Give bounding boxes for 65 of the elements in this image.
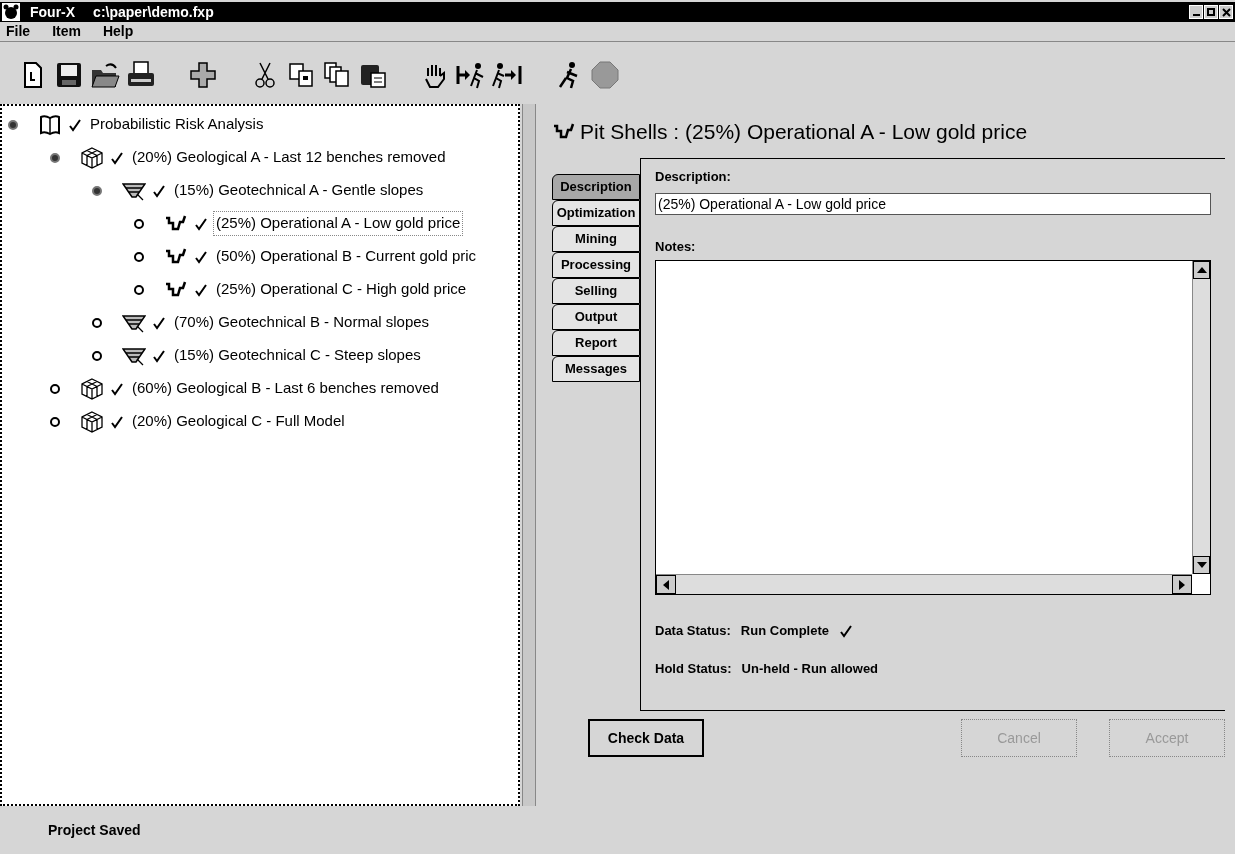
tab[interactable]: Messages [552,356,640,382]
menu-item[interactable]: Help [102,21,134,42]
scroll-down-icon[interactable] [1193,556,1210,574]
tree-item[interactable]: (20%) Geological A - Last 12 benches removed [130,146,448,169]
minimize-button[interactable] [1189,5,1203,19]
check-icon [194,216,208,231]
close-button[interactable] [1219,5,1233,19]
horizontal-scrollbar[interactable] [656,574,1192,594]
status-label: Hold Status: [655,659,732,678]
tab[interactable]: Report [552,330,640,356]
check-icon [152,183,166,198]
tree-item[interactable]: Probabilistic Risk Analysis [88,113,266,136]
check-icon [194,282,208,297]
check-icon [152,348,166,363]
tree-item[interactable]: (60%) Geological B - Last 6 benches removed [130,377,441,400]
arrow-runner-icon[interactable] [456,60,486,90]
tree-item[interactable]: (50%) Operational B - Current gold pric [214,245,479,268]
block-model-icon [80,146,104,169]
runner-arrow-icon[interactable] [492,60,522,90]
tab[interactable]: Selling [552,278,640,304]
tab[interactable]: Output [552,304,640,330]
status-value: Un-held - Run allowed [741,659,879,678]
scroll-left-icon[interactable] [656,575,676,594]
check-icon [110,381,124,396]
tree-item[interactable]: (15%) Geotechnical A - Gentle slopes [172,179,426,202]
check-icon [152,315,166,330]
folder-icon[interactable] [90,60,120,90]
dialog-button[interactable]: Check Data [588,719,704,757]
block-model-icon [80,377,104,400]
check-icon [194,249,208,264]
description-field[interactable]: (25%) Operational A - Low gold price [655,192,1211,215]
status-value: Run Complete [740,622,829,640]
copy-pages-icon[interactable] [322,60,352,90]
field-label: Notes: [655,237,697,256]
window-title: c:\paper\demo.fxp [93,2,214,22]
tab[interactable]: Optimization [552,200,640,226]
tree-item[interactable]: (25%) Operational A - Low gold price [214,212,463,235]
tab[interactable]: Processing [552,252,640,278]
scroll-up-icon[interactable] [1193,261,1210,279]
check-icon [110,414,124,429]
status-label: Data Status: [655,622,731,640]
notes-field[interactable] [655,260,1211,595]
save-icon[interactable] [54,60,84,90]
tree-item[interactable]: (15%) Geotechnical C - Steep slopes [172,344,423,367]
check-icon [110,150,124,165]
app-name: Four-X [30,2,76,22]
menu-item[interactable]: Item [52,21,81,42]
menu-item[interactable]: File [6,21,31,42]
stop-sign-icon[interactable] [590,60,620,90]
tree-item[interactable]: (70%) Geotechnical B - Normal slopes [172,311,432,334]
copy-icon[interactable] [286,60,316,90]
tree-item[interactable]: (20%) Geological C - Full Model [130,410,347,433]
maximize-button[interactable] [1204,5,1218,19]
block-model-icon [80,410,104,433]
scroll-right-icon[interactable] [1172,575,1192,594]
vertical-scrollbar[interactable] [1192,261,1210,574]
book-icon [38,113,62,136]
tab[interactable]: Description [552,174,640,200]
detail-heading: Pit Shells : (25%) Operational A - Low gold price [580,119,1028,146]
field-label: Description: [655,168,732,186]
tab[interactable]: Mining [552,226,640,252]
status-bar-text: Project Saved [48,820,141,840]
plus-icon[interactable] [188,60,218,90]
check-icon [68,117,82,132]
tree-item[interactable]: (25%) Operational C - High gold price [214,278,469,301]
